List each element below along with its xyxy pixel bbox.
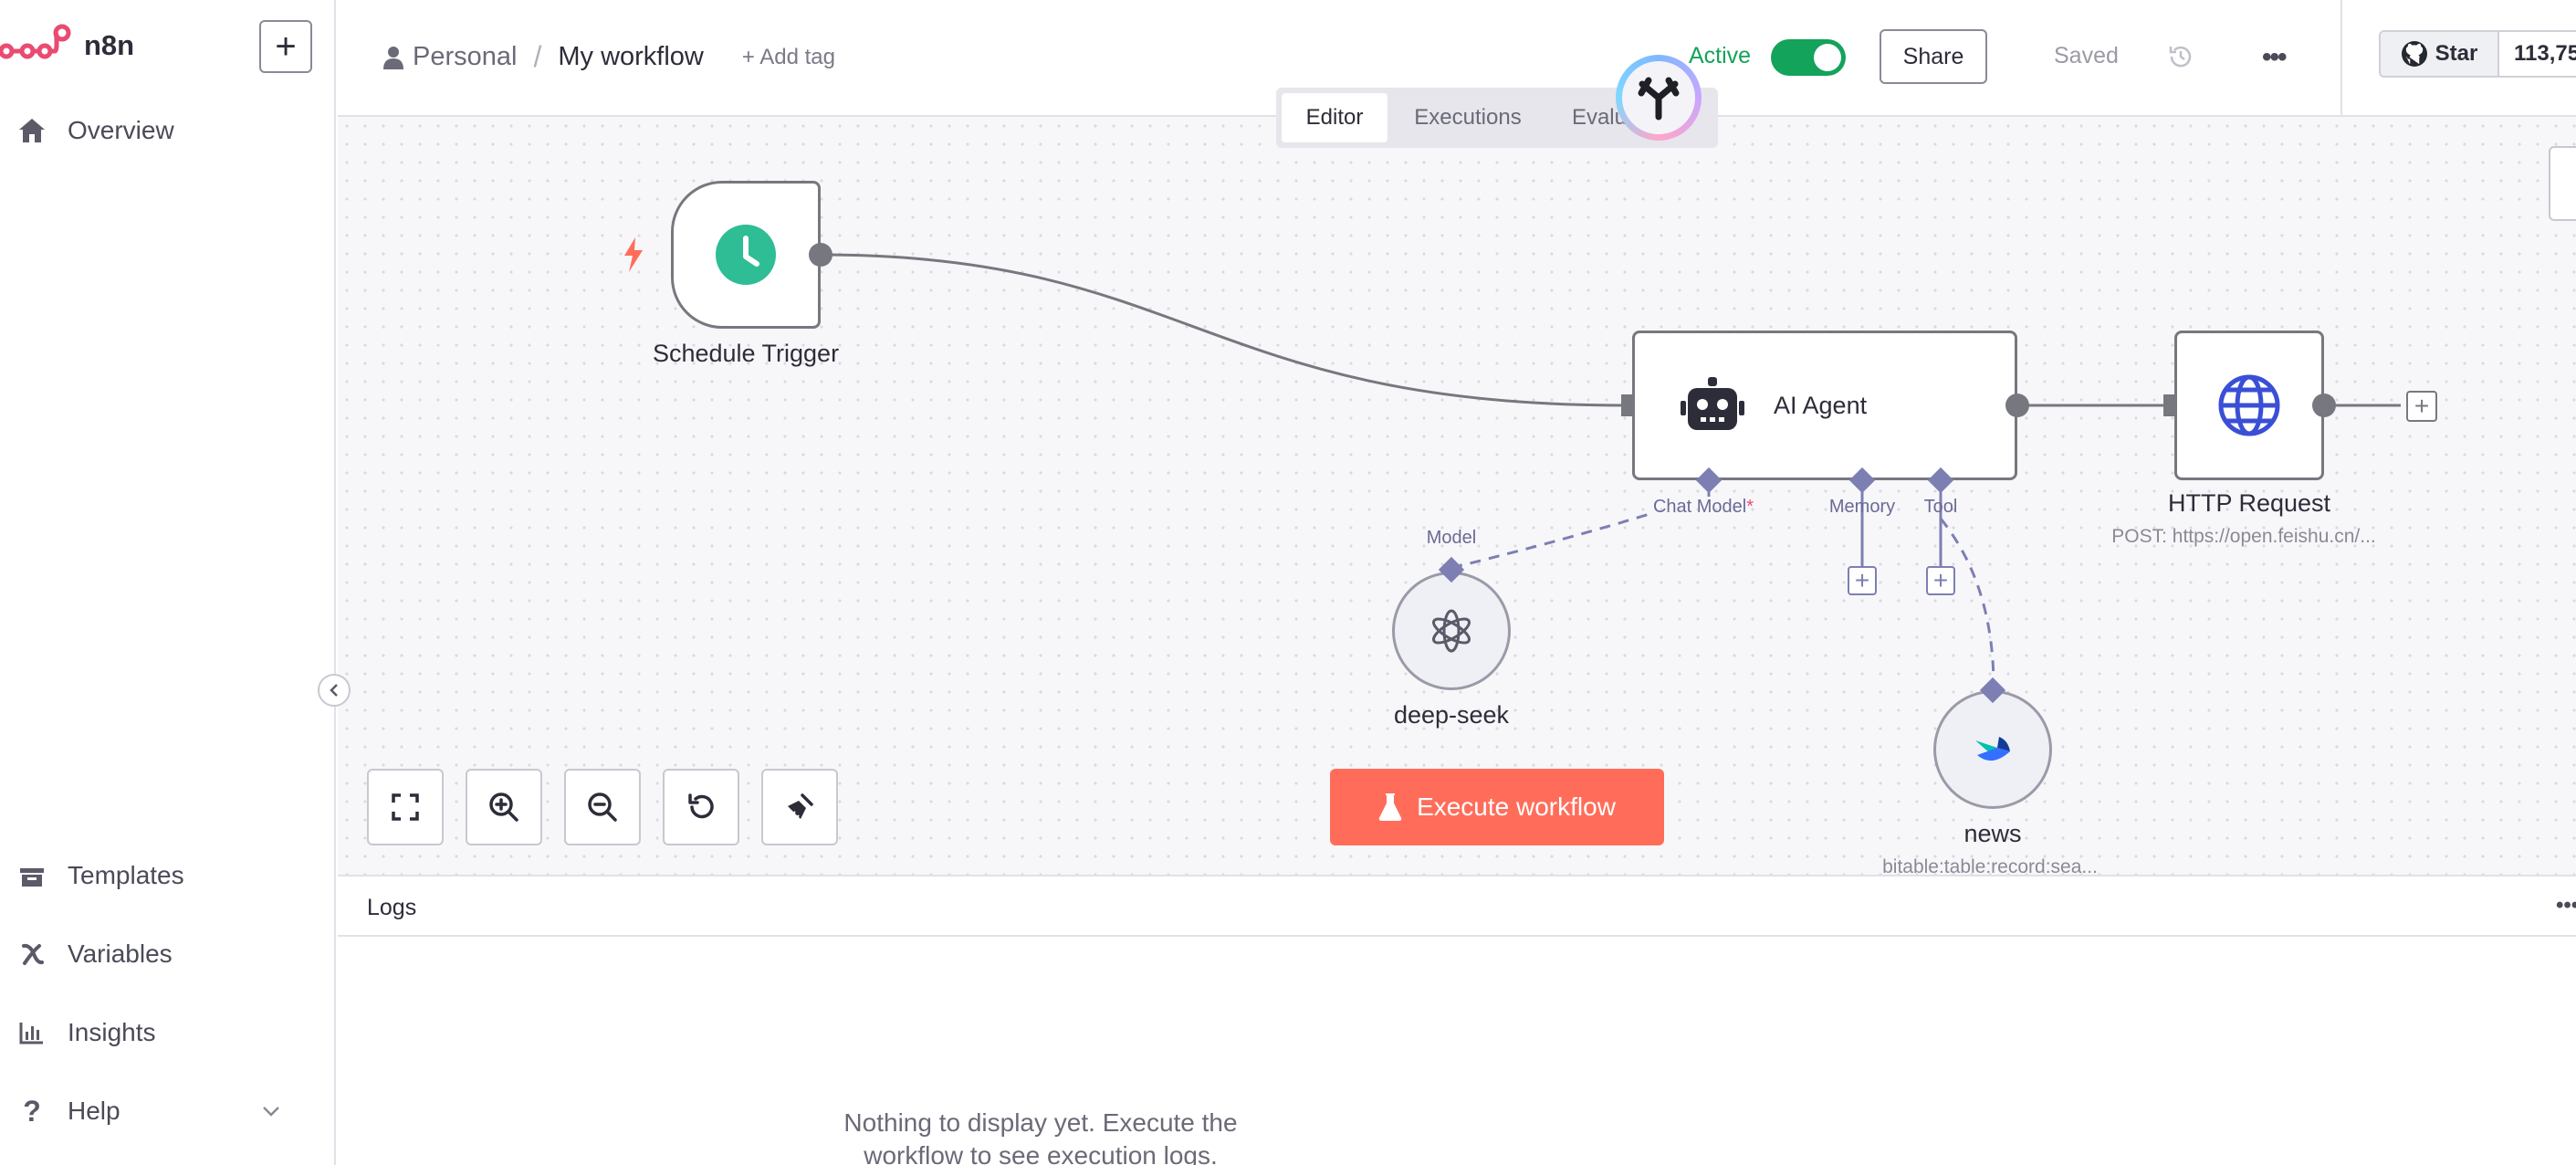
logs-more-icon[interactable]: ••• bbox=[2556, 893, 2576, 918]
ai-agent-label: AI Agent bbox=[1774, 391, 1868, 419]
tidy-up-button[interactable] bbox=[761, 769, 838, 845]
deep-seek-port-label: Model bbox=[1426, 528, 1477, 548]
robot-icon bbox=[1681, 377, 1744, 430]
globe-icon bbox=[2218, 374, 2280, 436]
http-request-output-port[interactable] bbox=[2312, 394, 2336, 417]
required-mark: * bbox=[1746, 497, 1754, 517]
connection-model bbox=[1450, 511, 1653, 570]
zoom-out-button[interactable] bbox=[564, 769, 641, 845]
deep-seek-label: deep-seek bbox=[1393, 701, 1510, 729]
execute-workflow-button[interactable]: Execute workflow bbox=[1330, 769, 1664, 845]
zoom-in-icon bbox=[489, 792, 518, 822]
ai-agent-output-port[interactable] bbox=[2005, 394, 2029, 417]
zoom-out-icon bbox=[588, 792, 617, 822]
clock-icon bbox=[716, 225, 776, 285]
avatar-inner bbox=[1622, 61, 1695, 134]
openai-icon bbox=[1432, 609, 1471, 653]
logs-empty-line-1: Nothing to display yet. Execute the bbox=[843, 1108, 1238, 1137]
chat-model-port-label: Chat Model* bbox=[1653, 497, 1754, 518]
http-request-input-port[interactable] bbox=[2163, 394, 2174, 416]
plus-icon: + bbox=[1932, 566, 1949, 594]
reset-zoom-button[interactable] bbox=[663, 769, 739, 845]
logs-title: Logs bbox=[367, 895, 417, 920]
add-memory-button[interactable]: + bbox=[1848, 566, 1877, 595]
chat-model-text: Chat Model bbox=[1652, 497, 1747, 517]
memory-port-label: Memory bbox=[1828, 497, 1896, 517]
undo-icon bbox=[688, 793, 714, 819]
ai-agent-input-port[interactable] bbox=[1621, 394, 1632, 416]
schedule-trigger-node[interactable] bbox=[671, 181, 821, 329]
schedule-trigger-label: Schedule Trigger bbox=[652, 340, 840, 367]
chevron-left-icon bbox=[330, 684, 338, 697]
tab-label: Executions bbox=[1414, 105, 1522, 130]
execute-workflow-label: Execute workflow bbox=[1417, 792, 1616, 821]
zoom-in-button[interactable] bbox=[466, 769, 542, 845]
tool-port-label: Tool bbox=[1923, 497, 1958, 517]
broom-icon bbox=[788, 793, 813, 820]
news-label: news bbox=[1963, 820, 2022, 847]
tab-executions[interactable]: Executions bbox=[1387, 93, 1548, 142]
connection-tool bbox=[1939, 518, 1995, 687]
logs-empty-message: Nothing to display yet. Execute the work… bbox=[338, 1107, 1744, 1165]
feishu-icon bbox=[1975, 737, 2010, 761]
ai-agent-node[interactable]: AI Agent bbox=[1632, 331, 2017, 480]
logs-empty-line-2: workflow to see execution logs. bbox=[864, 1141, 1218, 1165]
app-root: n8n + Overview Templates Variables Insig… bbox=[0, 0, 2576, 1165]
add-tool-button[interactable]: + bbox=[1926, 566, 1955, 595]
fit-view-button[interactable] bbox=[367, 769, 444, 845]
logs-panel: Nothing to display yet. Execute the work… bbox=[338, 937, 2576, 1165]
deep-seek-node[interactable] bbox=[1392, 572, 1511, 690]
schedule-trigger-output-port[interactable] bbox=[809, 243, 832, 267]
logs-header[interactable]: Logs ••• bbox=[338, 875, 2576, 937]
tab-editor[interactable]: Editor bbox=[1282, 93, 1387, 142]
plus-icon: + bbox=[2414, 392, 2430, 420]
http-request-label: HTTP Request bbox=[2167, 489, 2331, 517]
collaborator-avatar[interactable] bbox=[1616, 55, 1702, 141]
news-node[interactable] bbox=[1933, 690, 2052, 809]
http-request-subtitle: POST: https://open.feishu.cn/... bbox=[2111, 526, 2376, 547]
right-panel-edge[interactable] bbox=[2549, 146, 2576, 221]
trigger-bolt-icon bbox=[624, 237, 643, 272]
fullscreen-icon bbox=[392, 793, 419, 821]
agent-logo-icon bbox=[1638, 77, 1680, 121]
http-request-node[interactable] bbox=[2174, 331, 2324, 480]
plus-icon: + bbox=[1854, 566, 1870, 594]
connection-trigger-agent bbox=[821, 253, 1626, 407]
collapse-sidebar-button[interactable] bbox=[318, 674, 351, 707]
add-node-after-http-button[interactable]: + bbox=[2406, 391, 2437, 422]
tab-label: Editor bbox=[1305, 105, 1364, 130]
flask-icon bbox=[1378, 793, 1402, 821]
